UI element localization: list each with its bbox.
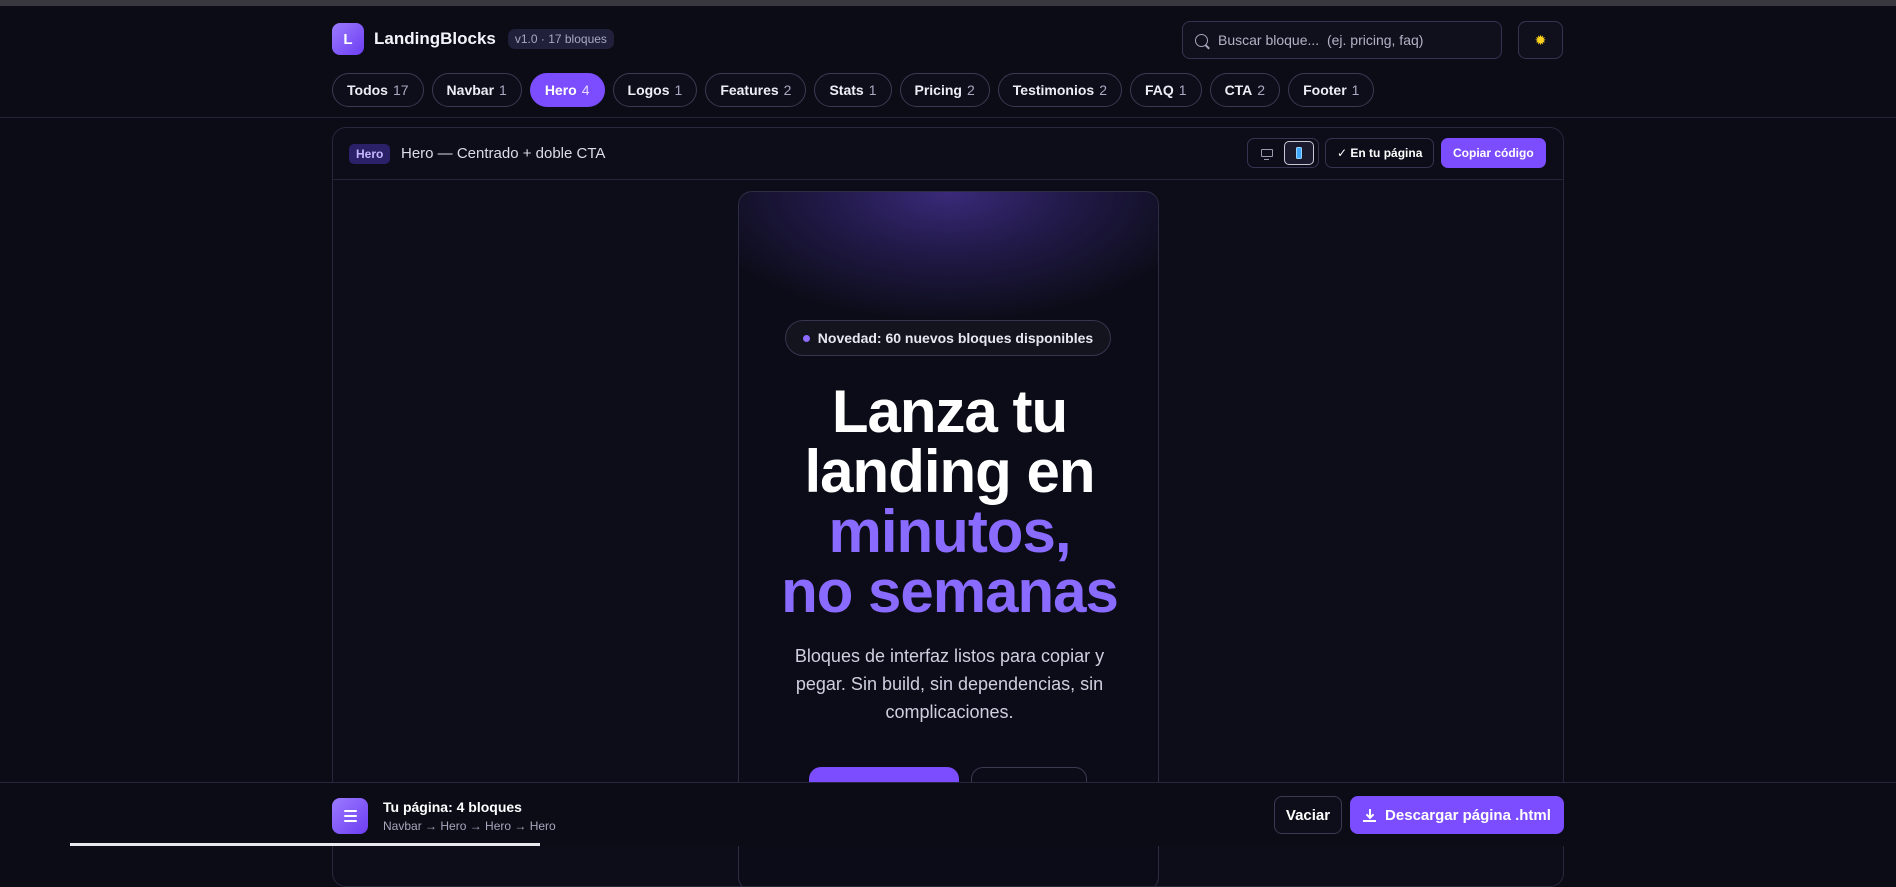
chip-cta[interactable]: CTA 2 <box>1209 73 1281 107</box>
desktop-view-button[interactable] <box>1252 141 1282 165</box>
brand-logo: L <box>332 23 364 55</box>
chip-count: 2 <box>1099 82 1107 98</box>
page-block-sequence: Navbar → Hero → Hero → Hero <box>383 819 556 833</box>
chip-count: 17 <box>392 82 409 98</box>
download-page-button[interactable]: Descargar página .html <box>1350 796 1564 834</box>
chip-label: Footer <box>1303 82 1347 98</box>
app-header: L LandingBlocks v1.0 · 17 bloques ✹ Todo… <box>0 6 1896 118</box>
badge-text: Novedad: 60 nuevos bloques disponibles <box>817 330 1094 346</box>
category-tag: Hero <box>349 144 391 164</box>
clear-page-button[interactable]: Vaciar <box>1274 796 1342 834</box>
badge-dot-icon <box>802 334 810 342</box>
chip-count: 2 <box>1257 82 1266 98</box>
chip-pricing[interactable]: Pricing 2 <box>899 73 990 107</box>
download-icon <box>1363 808 1377 822</box>
search-icon <box>1195 33 1208 47</box>
chip-count: 4 <box>581 82 590 98</box>
chip-label: Pricing <box>914 82 962 98</box>
block-title: Hero — Centrado + doble CTA <box>401 145 606 162</box>
headline-line-3: minutos, <box>828 498 1072 565</box>
chip-stats[interactable]: Stats 1 <box>814 73 892 107</box>
search-input[interactable] <box>1218 32 1488 48</box>
theme-toggle-button[interactable]: ✹ <box>1518 21 1563 59</box>
headline-line-2: landing en <box>804 438 1096 505</box>
mobile-icon <box>1296 147 1302 159</box>
chip-label: Todos <box>347 82 388 98</box>
on-page-button[interactable]: ✓ En tu página <box>1325 138 1435 168</box>
chip-count: 1 <box>868 82 877 98</box>
headline-line-1: Lanza tu <box>831 378 1068 445</box>
download-label: Descargar página .html <box>1385 806 1551 824</box>
sun-icon: ✹ <box>1534 31 1547 48</box>
chip-navbar[interactable]: Navbar 1 <box>431 73 522 107</box>
chip-label: Features <box>720 82 779 98</box>
chip-todos[interactable]: Todos 17 <box>332 73 424 107</box>
chip-count: 2 <box>783 82 792 98</box>
brand[interactable]: L LandingBlocks v1.0 · 17 bloques <box>332 22 614 56</box>
chip-label: Navbar <box>446 82 495 98</box>
preview-toolbar: Hero Hero — Centrado + doble CTA ✓ En tu… <box>333 128 1563 180</box>
chip-testimonios[interactable]: Testimonios 2 <box>997 73 1122 107</box>
chip-count: 1 <box>499 82 507 98</box>
category-filter: Todos 17 Navbar 1 Hero 4 Logos 1 Features 2 S… <box>332 73 1375 107</box>
copy-code-button[interactable]: Copiar código <box>1441 138 1546 168</box>
chip-count: 1 <box>1351 82 1360 98</box>
chip-features[interactable]: Features 2 <box>705 73 807 107</box>
page-summary-title: Tu página: 4 bloques <box>383 799 522 815</box>
hero-headline: Lanza tu landing en minutos, no semanas <box>739 378 1158 625</box>
chip-label: Stats <box>829 82 864 98</box>
headline-line-4: no semanas <box>781 558 1119 625</box>
chip-hero[interactable]: Hero 4 <box>529 73 605 107</box>
mobile-view-button[interactable] <box>1284 141 1314 165</box>
desktop-icon <box>1261 149 1273 160</box>
block-preview-panel: Hero Hero — Centrado + doble CTA ✓ En tu… <box>332 127 1564 887</box>
viewport-toggle <box>1247 138 1319 168</box>
version-badge: v1.0 · 17 bloques <box>507 29 614 49</box>
brand-name: LandingBlocks <box>374 29 496 48</box>
chip-label: CTA <box>1224 82 1253 98</box>
announcement-badge[interactable]: Novedad: 60 nuevos bloques disponibles <box>785 320 1111 356</box>
chip-label: Hero <box>544 82 577 98</box>
search-box[interactable] <box>1182 21 1502 59</box>
page-list-icon <box>332 798 368 834</box>
hero-subtext: Bloques de interfaz listos para copiar y… <box>794 646 1105 722</box>
chip-faq[interactable]: FAQ 1 <box>1129 73 1202 107</box>
chip-count: 1 <box>1178 82 1187 98</box>
chip-label: Logos <box>627 82 670 98</box>
page-builder-bar: Tu página: 4 bloques Navbar → Hero → Her… <box>0 782 1896 846</box>
chip-label: FAQ <box>1144 82 1174 98</box>
chip-count: 2 <box>966 82 975 98</box>
chip-logos[interactable]: Logos 1 <box>612 73 698 107</box>
chip-label: Testimonios <box>1012 82 1095 98</box>
chip-footer[interactable]: Footer 1 <box>1288 73 1375 107</box>
chip-count: 1 <box>674 82 683 98</box>
